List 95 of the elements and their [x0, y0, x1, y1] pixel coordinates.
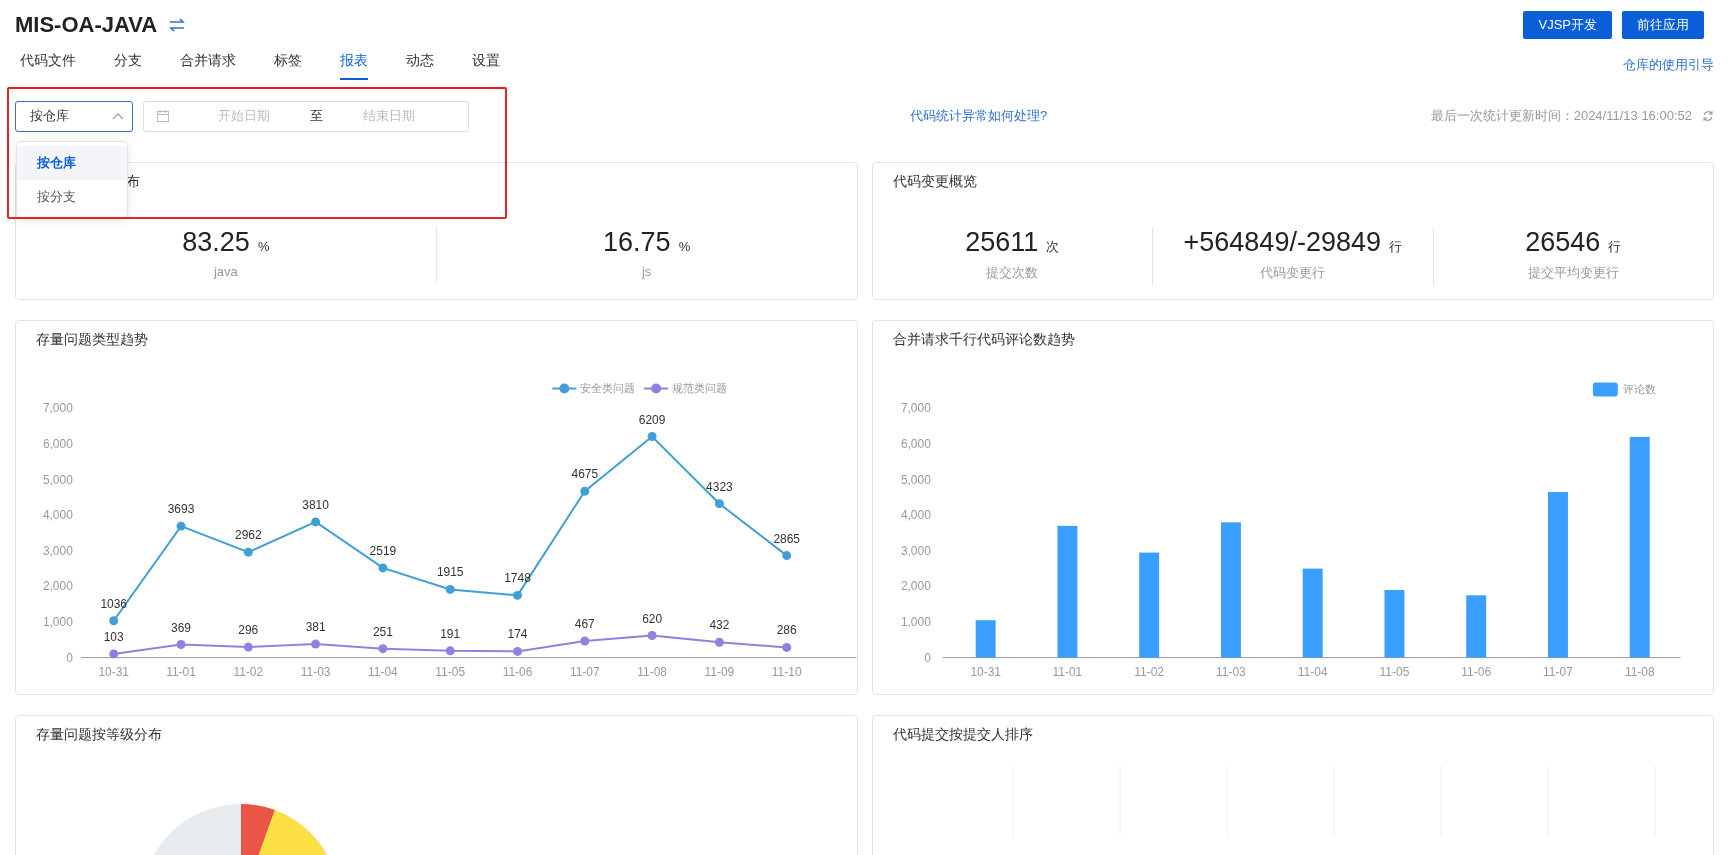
- stat-unit: 行: [1388, 238, 1402, 256]
- axis-label: 11-07: [569, 664, 600, 679]
- stat-value: 83.25: [182, 227, 250, 258]
- stat-label: 提交平均变更行: [1526, 264, 1620, 282]
- stat-label: js: [640, 264, 653, 281]
- stat-value: 25611: [965, 227, 1039, 258]
- stat-value: +564849/-29849: [1183, 227, 1381, 258]
- data-label: 467: [574, 617, 595, 632]
- data-label: 4675: [571, 467, 599, 482]
- card-title: 存量问题类型趋势: [35, 330, 149, 349]
- data-label: 2865: [773, 531, 800, 546]
- group-by-select[interactable]: 按仓库: [15, 100, 133, 132]
- axis-label: 11-01: [166, 664, 196, 679]
- legend-label: 规范类问题: [672, 382, 728, 395]
- data-label: 103: [103, 630, 124, 644]
- axis-label: 11-02: [233, 664, 264, 679]
- data-label: 286: [776, 623, 797, 638]
- axis-label: 0: [66, 650, 73, 665]
- axis-label: 10-31: [98, 664, 129, 679]
- axis-label: 7,000: [42, 401, 73, 416]
- axis-label: 11-03: [1215, 664, 1246, 679]
- axis-label: 4,000: [900, 508, 931, 523]
- axis-label: 3,000: [900, 543, 931, 558]
- axis-label: 11-08: [1624, 664, 1655, 679]
- stat-unit: 次: [1046, 238, 1060, 256]
- axis-label: 11-06: [1460, 664, 1491, 679]
- nav-tab[interactable]: 设置: [472, 50, 500, 80]
- axis-label: 2,000: [42, 579, 73, 594]
- stat-unit: %: [257, 239, 270, 254]
- stat-label: java: [212, 264, 239, 281]
- data-label: 3810: [302, 498, 329, 512]
- axis-label: 11-01: [1052, 664, 1082, 679]
- nav-tab[interactable]: 分支: [114, 50, 142, 80]
- axis-label: 11-03: [300, 664, 331, 679]
- stat-label: 代码变更行: [1259, 264, 1327, 282]
- data-label: 2519: [369, 543, 397, 558]
- axis-label: 11-04: [1297, 664, 1328, 679]
- axis-label: 6,000: [42, 436, 73, 451]
- data-label: 432: [709, 618, 730, 633]
- nav-tab[interactable]: 动态: [406, 50, 434, 80]
- axis-label: 11-06: [502, 664, 533, 679]
- data-label: 191: [440, 626, 461, 641]
- axis-label: 0: [923, 650, 931, 665]
- stat-unit: %: [678, 239, 691, 254]
- repo-title: MIS-OA-JAVA: [15, 12, 158, 38]
- axis-label: 11-05: [1379, 664, 1409, 679]
- data-label: 251: [372, 624, 393, 639]
- axis-label: 11-08: [637, 664, 667, 679]
- axis-label: 10-31: [969, 664, 1001, 679]
- data-label: 1915: [436, 565, 464, 580]
- dropdown-option[interactable]: 按仓库: [17, 145, 127, 180]
- stat-unit: 行: [1608, 238, 1622, 256]
- nav-tab[interactable]: 报表: [340, 50, 368, 80]
- stat-value: 26546: [1525, 227, 1601, 258]
- axis-label: 11-09: [704, 664, 735, 679]
- data-label: 2962: [235, 528, 262, 543]
- header-button[interactable]: 前往应用: [1622, 11, 1704, 39]
- axis-label: 5,000: [42, 472, 73, 487]
- help-link[interactable]: 代码统计异常如何处理?: [910, 107, 1048, 125]
- nav-tab[interactable]: 标签: [274, 50, 302, 80]
- axis-label: 11-02: [1133, 664, 1164, 679]
- card-title: 存量问题按等级分布: [35, 725, 163, 744]
- axis-label: 1,000: [42, 615, 73, 629]
- data-label: 381: [305, 620, 326, 635]
- card-title: 代码提交按提交人排序: [891, 725, 1034, 744]
- stat-value: 16.75: [603, 227, 671, 258]
- axis-label: 11-07: [1542, 664, 1573, 679]
- card-title: 合并请求千行代码评论数趋势: [891, 330, 1076, 349]
- dropdown-option[interactable]: 按分支: [17, 179, 127, 214]
- header-button[interactable]: VJSP开发: [1523, 11, 1612, 39]
- axis-label: 1,000: [900, 615, 931, 629]
- data-label: 296: [238, 623, 259, 638]
- date-range-field[interactable]: 开始日期 至 结束日期: [143, 100, 469, 132]
- axis-label: 2,000: [900, 579, 931, 594]
- card-title: 代码变更概览: [891, 172, 978, 191]
- legend-label: 评论数: [1622, 383, 1656, 396]
- data-label: 6209: [638, 412, 666, 427]
- axis-label: 3,000: [42, 543, 73, 558]
- axis-label: 6,000: [900, 436, 931, 451]
- data-label: 620: [642, 611, 663, 626]
- axis-label: 7,000: [900, 401, 931, 416]
- data-label: 4323: [706, 479, 733, 494]
- stat-label: 提交次数: [985, 264, 1040, 282]
- guide-link[interactable]: 仓库的使用引导: [1623, 56, 1714, 74]
- legend-label: 安全类问题: [580, 382, 636, 395]
- data-label: 3693: [167, 502, 195, 517]
- axis-label: 11-05: [435, 664, 466, 679]
- nav-tab[interactable]: 代码文件: [20, 50, 76, 80]
- axis-label: 11-10: [771, 664, 802, 679]
- axis-label: 11-04: [368, 664, 398, 679]
- axis-label: 5,000: [900, 472, 931, 487]
- axis-label: 4,000: [42, 508, 73, 523]
- data-label: 174: [507, 627, 528, 642]
- data-label: 369: [171, 620, 191, 635]
- nav-tab[interactable]: 合并请求: [180, 50, 236, 80]
